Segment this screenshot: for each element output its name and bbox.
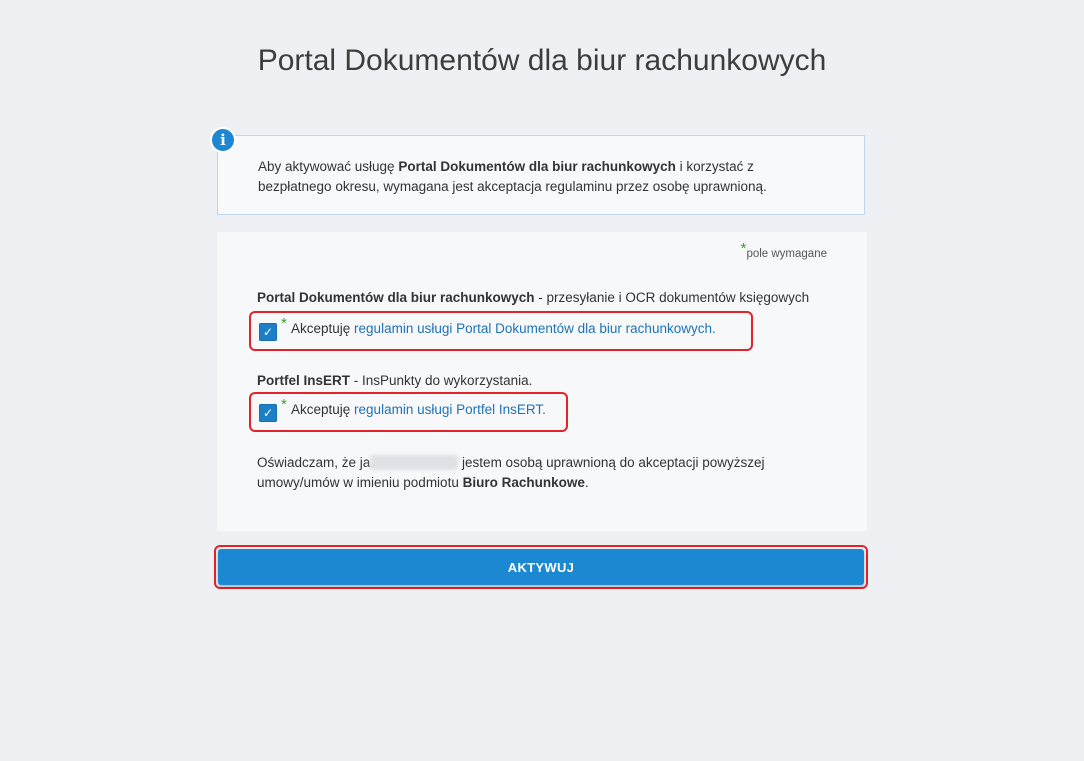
consent-row-portal: ✓ * Akceptuję regulamin usługi Portal Dok… <box>249 311 753 351</box>
consent-form: *pole wymagane Portal Dokumentów dla biu… <box>217 232 867 531</box>
consent-text-portal: * Akceptuję regulamin usługi Portal Dokum… <box>281 315 716 336</box>
info-box: i Aby aktywować usługę Portal Dokumentów… <box>210 127 865 215</box>
activate-highlight: AKTYWUJ <box>214 545 868 589</box>
info-icon: i <box>210 127 236 153</box>
info-text-bold: Portal Dokumentów dla biur rachunkowych <box>398 159 676 174</box>
consent-suffix-portal: . <box>711 321 716 336</box>
service-title-portfel: Portfel InsERT - InsPunkty do wykorzysta… <box>257 373 532 388</box>
accept-portal-checkbox[interactable]: ✓ <box>259 323 277 341</box>
statement-part3: . <box>584 475 589 490</box>
authorization-statement: Oświadczam, że ja jestem osobą uprawnion… <box>257 453 817 493</box>
required-asterisk: * <box>281 315 287 332</box>
portal-terms-link[interactable]: regulamin usługi Portal Dokumentów dla b… <box>354 321 712 336</box>
service-description-portfel: - InsPunkty do wykorzystania. <box>350 373 533 388</box>
redacted-user-name <box>370 455 459 470</box>
consent-prefix-portfel: Akceptuję <box>291 402 355 417</box>
portfel-terms-link[interactable]: regulamin usługi Portfel InsERT <box>354 402 542 417</box>
service-name-portal: Portal Dokumentów dla biur rachunkowych <box>257 290 535 305</box>
activate-button[interactable]: AKTYWUJ <box>218 549 864 585</box>
info-text-before: Aby aktywować usługę <box>258 159 399 174</box>
statement-part1: Oświadczam, że ja <box>257 455 371 470</box>
consent-prefix-portal: Akceptuję <box>291 321 355 336</box>
service-title-portal: Portal Dokumentów dla biur rachunkowych … <box>257 290 809 305</box>
required-asterisk: * <box>281 396 287 413</box>
consent-text-portfel: * Akceptuję regulamin usługi Portfel InsE… <box>281 396 546 417</box>
required-note-text: pole wymagane <box>746 248 827 260</box>
service-description-portal: - przesyłanie i OCR dokumentów księgowyc… <box>534 290 810 305</box>
service-name-portfel: Portfel InsERT <box>257 373 351 388</box>
consent-row-portfel: ✓ * Akceptuję regulamin usługi Portfel In… <box>249 392 568 432</box>
required-note: *pole wymagane <box>741 240 827 261</box>
required-asterisk: * <box>740 240 747 257</box>
accept-portfel-checkbox[interactable]: ✓ <box>259 404 277 422</box>
entity-name: Biuro Rachunkowe <box>462 475 585 490</box>
info-text: Aby aktywować usługę Portal Dokumentów d… <box>258 157 818 197</box>
consent-suffix-portfel: . <box>542 402 546 417</box>
page-title: Portal Dokumentów dla biur rachunkowych <box>257 44 827 77</box>
